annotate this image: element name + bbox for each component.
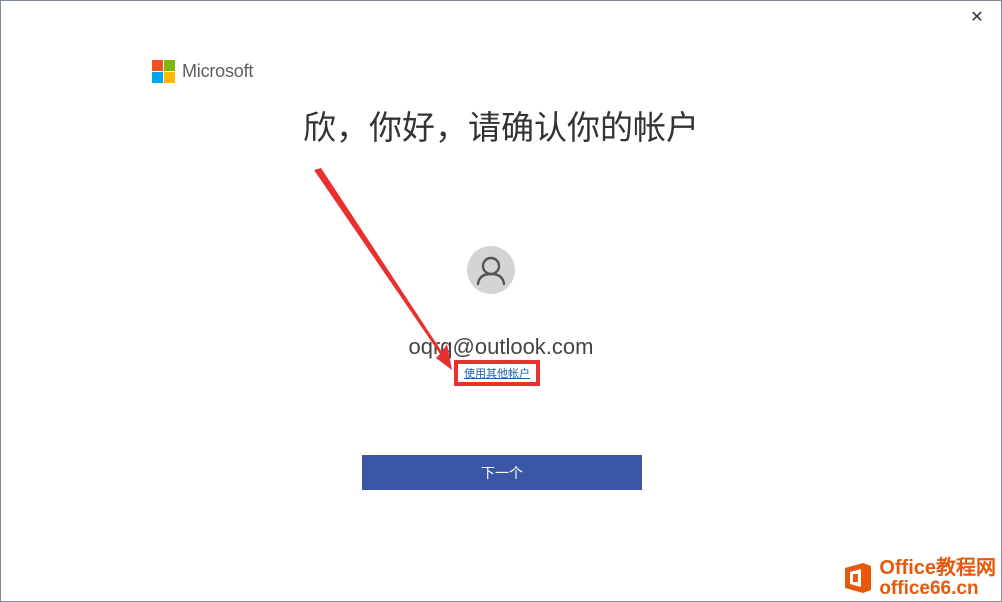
microsoft-logo: Microsoft: [152, 60, 253, 83]
use-another-account-link[interactable]: 使用其他帐户: [464, 365, 530, 381]
account-email: oqrq@outlook.com: [408, 334, 594, 359]
logo-square-yellow: [164, 72, 175, 83]
watermark-url: office66.cn: [879, 578, 979, 599]
avatar: [467, 246, 515, 294]
next-button[interactable]: 下一个: [362, 455, 642, 490]
watermark: Office教程网 office66.cn: [841, 558, 996, 598]
office-logo-icon: [841, 561, 875, 595]
watermark-title: Office教程网: [879, 557, 996, 579]
brand-name: Microsoft: [182, 61, 254, 81]
highlight-box: 使用其他帐户: [454, 360, 540, 386]
person-icon: [476, 256, 506, 286]
logo-square-green: [164, 60, 175, 71]
close-icon: ✕: [970, 7, 984, 26]
microsoft-logo-icon: [152, 60, 175, 83]
close-button[interactable]: ✕: [965, 5, 989, 29]
logo-square-red: [152, 60, 163, 71]
sign-in-dialog: ✕ Microsoft 欣，你好，请确认你的帐户 oqrq@outlook.co…: [0, 0, 1002, 602]
page-title: 欣，你好，请确认你的帐户: [303, 108, 699, 147]
logo-square-blue: [152, 72, 163, 83]
